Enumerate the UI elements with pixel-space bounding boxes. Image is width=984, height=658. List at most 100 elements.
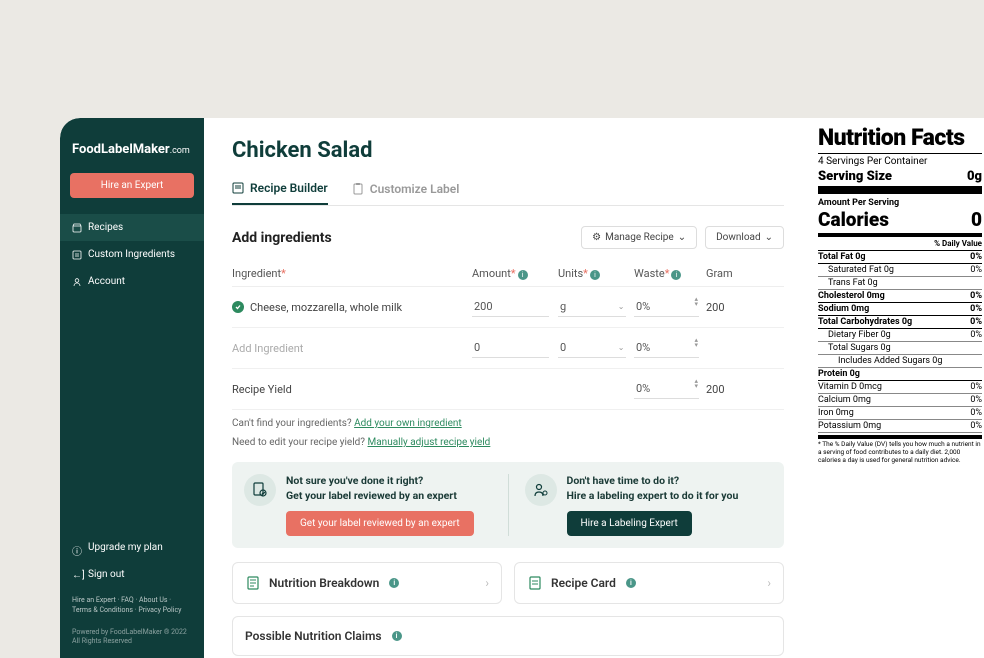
promo-row: Not sure you've done it right? Get your … [232,462,784,548]
clipboard-icon [245,575,261,591]
get-label-reviewed-button[interactable]: Get your label reviewed by an expert [286,511,474,536]
card-label: Recipe Card [551,576,616,590]
helper-add-ingredient: Can't find your ingredients? Add your ow… [232,418,784,429]
tab-recipe-builder[interactable]: Recipe Builder [232,181,328,205]
yield-waste-input[interactable] [634,379,699,399]
ingredient-name-input[interactable]: Cheese, mozzarella, whole milk [232,301,472,314]
nf-aps: Amount Per Serving [818,194,982,208]
info-icon[interactable]: i [590,270,600,280]
possible-nutrition-claims-card[interactable]: Possible Nutrition Claims i [232,616,784,656]
unit-select[interactable]: g⌄ [558,297,626,317]
unit-select[interactable]: 0⌄ [558,338,626,358]
promo-review: Not sure you've done it right? Get your … [244,474,492,536]
ingredient-row: Cheese, mozzarella, whole milk g⌄ ▴▾ 200 [232,287,784,328]
info-icon[interactable]: i [392,631,402,641]
amount-input[interactable] [472,297,549,317]
sidebar-item-custom-ingredients[interactable]: Custom Ingredients [60,241,204,268]
manage-label: Manage Recipe [605,232,674,243]
card-label: Nutrition Breakdown [269,576,379,590]
nf-vitamin-row: Potassium 0mg0% [818,420,982,433]
info-icon[interactable]: i [518,270,528,280]
signout-icon: ←] [72,570,82,580]
copyright: Powered by FoodLabelMaker ® 2022 All Rig… [60,624,204,658]
stepper-arrows-icon[interactable]: ▴▾ [694,338,698,348]
sidebar-item-recipes[interactable]: Recipes [60,214,204,241]
chevron-down-icon: ⌄ [618,343,625,352]
tab-customize-label[interactable]: Customize Label [352,181,460,205]
cards-row: Nutrition Breakdown i › Recipe Card i › [232,562,784,604]
app-window: FoodLabelMaker.com Hire an Expert Recipe… [60,118,984,658]
promo-line: Get your label reviewed by an expert [286,489,474,504]
content: Chicken Salad Recipe Builder Customize La… [204,118,812,658]
nf-vitamin-row: Vitamin D 0mcg0% [818,381,982,394]
waste-input[interactable] [634,338,699,358]
chevron-down-icon: ⌄ [678,232,686,243]
nf-nutrient-row: Includes Added Sugars 0g [818,355,982,368]
nf-calories-value: 0 [971,208,982,231]
recipe-card-card[interactable]: Recipe Card i › [514,562,784,604]
ingredients-table: Ingredient* Amount*i Units*i Waste*i Gra… [232,261,784,410]
divider [508,474,509,536]
stepper-arrows-icon[interactable]: ▴▾ [694,297,698,307]
add-ingredients-title: Add ingredients [232,230,332,246]
nf-nutrient-row: Total Carbohydrates 0g0% [818,316,982,329]
sign-out-link[interactable]: ←] Sign out [60,561,204,588]
hire-expert-button[interactable]: Hire an Expert [70,173,194,198]
waste-input[interactable] [634,297,699,317]
recipe-yield-row: Recipe Yield ▴▾ 200 [232,369,784,410]
hire-labeling-expert-button[interactable]: Hire a Labeling Expert [567,511,692,536]
add-own-ingredient-link[interactable]: Add your own ingredient [354,418,462,429]
tab-label: Customize Label [370,182,460,196]
nf-calories-label: Calories [818,208,889,231]
yield-gram: 200 [706,383,756,396]
sidebar-item-label: Recipes [88,222,123,233]
promo-hire: Don't have time to do it? Hire a labelin… [525,474,773,536]
tab-icon [232,182,244,194]
logo-suffix: .com [170,146,190,156]
sidebar-item-label: Custom Ingredients [88,249,175,260]
tab-icon [352,183,364,195]
promo-q: Not sure you've done it right? [286,474,474,489]
amount-input[interactable] [472,338,549,358]
nf-nutrient-row: Total Sugars 0g [818,342,982,355]
gram-value: 200 [706,301,756,314]
nf-nutrient-row: Cholesterol 0mg0% [818,290,982,303]
header-ingredient: Ingredient [232,267,281,280]
sidebar-item-label: Account [88,276,125,287]
nf-nutrient-row: Protein 0g [818,368,982,381]
download-button[interactable]: Download ⌄ [705,226,784,249]
sidebar-item-account[interactable]: Account [60,268,204,295]
nutrition-breakdown-card[interactable]: Nutrition Breakdown i › [232,562,502,604]
promo-line: Hire a labeling expert to do it for you [567,489,739,504]
info-icon[interactable]: i [626,578,636,588]
chevron-down-icon: ⌄ [765,232,773,243]
nf-serving-size-value: 0g [967,169,982,184]
nf-nutrient-row: Trans Fat 0g [818,277,982,290]
nutrition-facts-panel: Nutrition Facts 4 Servings Per Container… [812,118,984,658]
nf-nutrient-row: Sodium 0mg0% [818,303,982,316]
ingredient-name-input[interactable]: Add Ingredient [232,342,472,355]
logo-text: FoodLabelMaker [72,142,170,157]
nf-nutrient-row: Saturated Fat 0g0% [818,264,982,277]
helper-adjust-yield: Need to edit your recipe yield? Manually… [232,437,784,448]
expert-icon [525,474,557,506]
info-icon[interactable]: i [671,270,681,280]
nf-dv-header: % Daily Value [818,237,982,251]
chevron-down-icon: ⌄ [618,302,625,311]
upgrade-plan-link[interactable]: ⓘ Upgrade my plan [60,534,204,561]
page-title: Chicken Salad [232,138,784,163]
chevron-right-icon: › [767,576,771,590]
tabs: Recipe Builder Customize Label [232,181,784,206]
nf-nutrient-row: Dietary Fiber 0g0% [818,329,982,342]
ingredient-row: Add Ingredient 0⌄ ▴▾ [232,328,784,369]
manage-recipe-button[interactable]: ⚙ Manage Recipe ⌄ [581,226,697,249]
info-icon: ⓘ [72,543,82,553]
nf-servings: 4 Servings Per Container [818,154,982,169]
nf-footnote: * The % Daily Value (DV) tells you how m… [818,435,982,464]
check-icon [232,301,244,313]
stepper-arrows-icon[interactable]: ▴▾ [694,379,698,389]
header-gram: Gram [706,267,733,280]
adjust-yield-link[interactable]: Manually adjust recipe yield [368,437,491,448]
footer-links[interactable]: Hire an Expert · FAQ · About Us · Terms … [60,588,204,624]
info-icon[interactable]: i [389,578,399,588]
